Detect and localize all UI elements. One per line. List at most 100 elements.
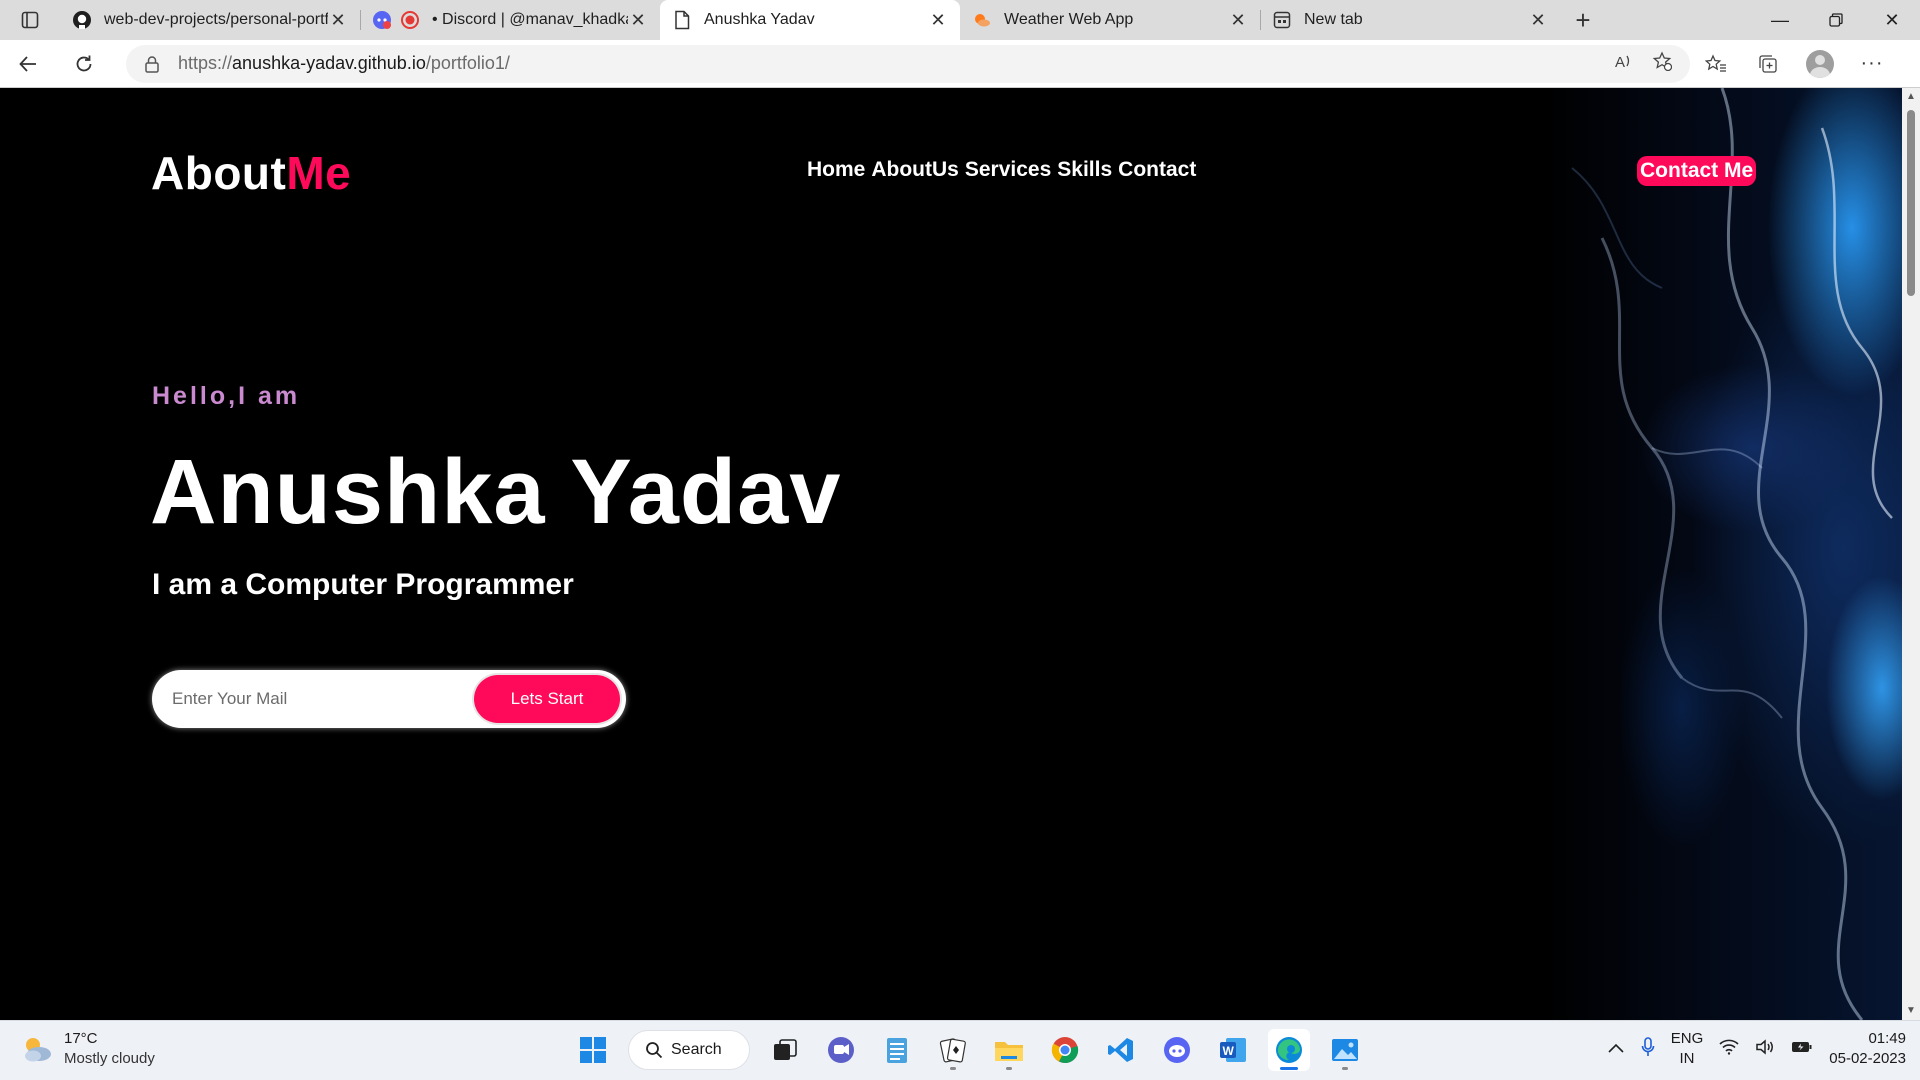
read-aloud-icon[interactable]: A (1614, 51, 1634, 76)
browser-tab-weather[interactable]: Weather Web App ✕ (960, 0, 1260, 40)
profile-button[interactable] (1794, 40, 1846, 88)
discord-app-button[interactable] (1156, 1029, 1198, 1071)
browser-tab-github[interactable]: web-dev-projects/personal-portf ✕ (60, 0, 360, 40)
tab-close-icon[interactable]: ✕ (328, 10, 348, 30)
main-nav: Home AboutUs Services Skills Contact (807, 158, 1196, 182)
task-view-icon (774, 1039, 797, 1060)
lets-start-button[interactable]: Lets Start (474, 675, 620, 723)
discord-icon (372, 10, 392, 30)
volume-icon[interactable] (1755, 1039, 1775, 1059)
url-text: https://anushka-yadav.github.io/portfoli… (178, 53, 510, 74)
taskbar-search[interactable]: Search (628, 1030, 750, 1070)
page-icon (672, 10, 692, 30)
taskbar-apps: Search W (572, 1029, 1366, 1071)
discord-icon (1164, 1037, 1190, 1063)
chrome-button[interactable] (1044, 1029, 1086, 1071)
edge-button[interactable] (1268, 1029, 1310, 1071)
tab-close-icon[interactable]: ✕ (1228, 10, 1248, 30)
url-bar[interactable]: https://anushka-yadav.github.io/portfoli… (126, 44, 1690, 83)
browser-tab-anushka-yadav[interactable]: Anushka Yadav ✕ (660, 0, 960, 40)
language-indicator[interactable]: ENG IN (1671, 1029, 1704, 1069)
browser-tab-discord[interactable]: • Discord | @manav_khadka ✕ (360, 0, 660, 40)
tab-title: web-dev-projects/personal-portf (104, 11, 328, 28)
weather-text: 17°C Mostly cloudy (64, 1029, 155, 1069)
tab-actions-button[interactable] (0, 0, 60, 40)
svg-text:A: A (1615, 54, 1625, 71)
brand-main: About (151, 147, 287, 199)
battery-charging-icon[interactable] (1791, 1040, 1813, 1058)
plus-icon: + (1575, 4, 1591, 35)
task-view-button[interactable] (764, 1029, 806, 1071)
file-explorer-icon (995, 1042, 1023, 1061)
show-hidden-icons-chevron-up-icon[interactable] (1607, 1041, 1625, 1058)
search-icon (646, 1042, 663, 1059)
favorites-icon (1705, 53, 1726, 72)
email-signup-form: Lets Start (152, 670, 626, 728)
clock[interactable]: 01:49 05-02-2023 (1829, 1029, 1906, 1069)
wifi-icon[interactable] (1719, 1039, 1739, 1059)
weather-condition: Mostly cloudy (64, 1050, 155, 1067)
clock-time: 01:49 (1868, 1030, 1906, 1047)
tab-bar: web-dev-projects/personal-portf ✕ • Disc… (0, 0, 1920, 40)
tab-actions-icon (21, 11, 39, 29)
restore-button[interactable] (1808, 0, 1864, 40)
url-bar-actions: A (1614, 51, 1673, 76)
back-button[interactable] (0, 40, 56, 88)
microphone-icon[interactable] (1641, 1037, 1655, 1061)
nav-link-contact[interactable]: Contact (1118, 158, 1196, 182)
tab-title: New tab (1304, 11, 1363, 28)
scroll-up-icon[interactable]: ▲ (1906, 92, 1916, 102)
nav-link-services[interactable]: Services (965, 158, 1051, 182)
collections-button[interactable] (1742, 40, 1794, 88)
page-viewport: AboutMe Home AboutUs Services Skills Con… (0, 88, 1902, 1020)
chrome-icon (1051, 1037, 1079, 1064)
tab-close-icon[interactable]: ✕ (928, 10, 948, 30)
more-menu-button[interactable]: ··· (1846, 40, 1898, 88)
solitaire-button[interactable] (932, 1029, 974, 1071)
weather-widget[interactable]: 17°C Mostly cloudy (20, 1029, 155, 1069)
restore-icon (1829, 13, 1843, 27)
file-explorer-button[interactable] (988, 1029, 1030, 1071)
browser-tab-new-tab[interactable]: New tab ✕ (1260, 0, 1560, 40)
nav-link-aboutus[interactable]: AboutUs (871, 158, 959, 182)
url-scheme: https:// (178, 53, 233, 73)
notepad-button[interactable] (876, 1029, 918, 1071)
active-indicator (1280, 1067, 1298, 1070)
back-arrow-icon (19, 55, 36, 72)
weather-temp: 17°C (64, 1030, 98, 1047)
brand-logo[interactable]: AboutMe (151, 146, 351, 200)
refresh-button[interactable] (56, 40, 112, 88)
newtab-icon (1272, 10, 1292, 30)
new-tab-button[interactable]: + (1560, 0, 1606, 40)
page-scrollbar[interactable]: ▲ ▼ (1902, 88, 1920, 1020)
more-icon: ··· (1860, 52, 1884, 74)
photos-button[interactable] (1324, 1029, 1366, 1071)
scroll-down-icon[interactable]: ▼ (1906, 1006, 1916, 1016)
vscode-button[interactable] (1100, 1029, 1142, 1071)
window-controls: — ✕ (1752, 0, 1920, 40)
tab-close-icon[interactable]: ✕ (1528, 10, 1548, 30)
avatar (1806, 49, 1834, 78)
greeting-text: Hello,I am (152, 382, 301, 410)
scrollbar-thumb[interactable] (1907, 110, 1915, 296)
word-button[interactable]: W (1212, 1029, 1254, 1071)
nav-link-skills[interactable]: Skills (1057, 158, 1112, 182)
nav-link-home[interactable]: Home (807, 158, 865, 182)
tab-title: Weather Web App (1004, 11, 1134, 28)
clock-date: 05-02-2023 (1829, 1050, 1906, 1067)
contact-me-button[interactable]: Contact Me (1637, 156, 1757, 186)
start-button[interactable] (572, 1029, 614, 1071)
tab-title: Anushka Yadav (704, 11, 815, 28)
running-indicator (950, 1067, 956, 1070)
close-window-button[interactable]: ✕ (1864, 0, 1920, 40)
add-favorite-icon[interactable] (1652, 51, 1673, 76)
background-artwork (1422, 88, 1902, 1020)
lock-icon[interactable] (144, 55, 160, 73)
email-input[interactable] (172, 689, 452, 709)
photos-icon (1332, 1039, 1358, 1061)
minimize-button[interactable]: — (1752, 0, 1808, 40)
favorites-button[interactable] (1690, 40, 1742, 88)
tab-close-icon[interactable]: ✕ (628, 10, 648, 30)
collections-icon (1759, 54, 1777, 73)
teams-chat-button[interactable] (820, 1029, 862, 1071)
